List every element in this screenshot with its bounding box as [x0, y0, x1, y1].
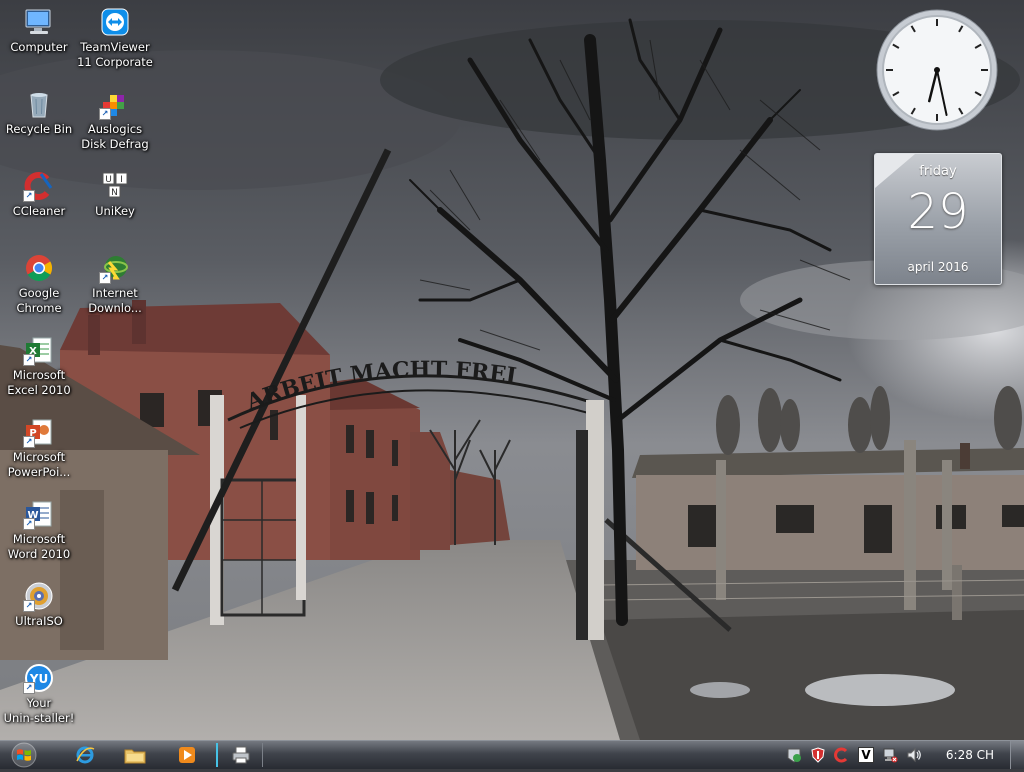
windows-logo-icon [11, 742, 37, 768]
volume-icon [907, 747, 921, 763]
desktop-icon-auslogics-disk-defrag[interactable]: ↗ Auslogics Disk Defrag [76, 88, 154, 152]
chrome-icon [23, 252, 55, 284]
powerpoint-icon: P ↗ [23, 416, 55, 448]
desktop-icon-ccleaner[interactable]: ↗ CCleaner [0, 170, 78, 219]
desktop-icon-label: UltraISO [15, 614, 63, 628]
tray-unikey[interactable]: V [858, 747, 874, 763]
tray-action-center[interactable] [786, 747, 802, 763]
desktop-icon-label: UniKey [95, 204, 135, 218]
shortcut-arrow-icon: ↗ [23, 518, 35, 530]
taskbar: V 6:28 CH [0, 740, 1024, 769]
clock-face-icon [876, 9, 998, 131]
desktop-icon-label: CCleaner [12, 204, 66, 218]
desktop-icon-label: Your Unin-staller! [3, 696, 75, 725]
desktop-icon-your-uninstaller[interactable]: YU ↗ Your Unin-staller! [0, 662, 78, 726]
desktop-icon-label: Google Chrome [16, 286, 62, 315]
shortcut-arrow-icon: ↗ [23, 682, 35, 694]
disk-defrag-icon: ↗ [99, 88, 131, 120]
tray-network[interactable] [882, 747, 898, 763]
tray-volume[interactable] [906, 747, 922, 763]
show-desktop-button[interactable] [1010, 741, 1024, 769]
desktop-icon-label: TeamViewer 11 Corporate [77, 40, 153, 69]
desktop-icon-microsoft-word-2010[interactable]: W ↗ Microsoft Word 2010 [0, 498, 78, 562]
desktop-icon-teamviewer[interactable]: TeamViewer 11 Corporate [76, 6, 154, 70]
ccleaner-tray-icon [834, 747, 848, 763]
teamviewer-icon [99, 6, 131, 38]
internet-download-manager-icon: ↗ [99, 252, 131, 284]
word-icon: W ↗ [23, 498, 55, 530]
taskbar-active-indicator [216, 743, 218, 767]
internet-explorer-icon [76, 746, 95, 764]
taskbar-media-player[interactable] [168, 743, 206, 767]
taskbar-printer[interactable] [222, 743, 260, 767]
svg-text:U: U [105, 175, 112, 185]
recycle-bin-icon [23, 88, 55, 120]
svg-text:N: N [111, 188, 118, 198]
media-player-icon [179, 747, 195, 763]
taskbar-windows-explorer[interactable] [116, 743, 154, 767]
desktop-icon-label: Auslogics Disk Defrag [81, 122, 149, 151]
computer-icon [23, 6, 55, 38]
desktop-icon-label: Microsoft Excel 2010 [7, 368, 71, 397]
desktop-icon-label: Internet Downlo... [88, 286, 142, 315]
calendar-day-number: 29 [907, 184, 969, 240]
printer-icon [232, 746, 250, 764]
shortcut-arrow-icon: ↗ [23, 600, 35, 612]
calendar-gadget[interactable]: friday 29 april 2016 [874, 153, 1002, 285]
taskbar-clock[interactable]: 6:28 CH [940, 741, 1000, 769]
desktop-icon-label: Recycle Bin [5, 122, 73, 136]
desktop-icon-microsoft-powerpoint[interactable]: P ↗ Microsoft PowerPoi... [0, 416, 78, 480]
shortcut-arrow-icon: ↗ [23, 436, 35, 448]
desktop-icon-google-chrome[interactable]: Google Chrome [0, 252, 78, 316]
clock-gadget[interactable] [875, 8, 999, 132]
desktop-icon-microsoft-excel-2010[interactable]: X ↗ Microsoft Excel 2010 [0, 334, 78, 398]
your-uninstaller-icon: YU ↗ [23, 662, 55, 694]
desktop-icon-unikey[interactable]: UIN UniKey [76, 170, 154, 219]
network-icon [883, 748, 898, 763]
taskbar-internet-explorer[interactable] [66, 743, 104, 767]
unikey-icon: UIN [99, 170, 131, 202]
excel-icon: X ↗ [23, 334, 55, 366]
shortcut-arrow-icon: ↗ [99, 108, 111, 120]
desktop-icon-label: Microsoft Word 2010 [7, 532, 71, 561]
svg-text:I: I [120, 175, 123, 185]
tray-ccleaner[interactable] [834, 747, 850, 763]
tray-security-shield[interactable] [810, 747, 826, 763]
desktop-icon-recycle-bin[interactable]: Recycle Bin [0, 88, 78, 137]
desktop-icon-label: Microsoft PowerPoi... [7, 450, 71, 479]
calendar-month-year: april 2016 [907, 260, 969, 274]
desktop-icon-ultraiso[interactable]: ↗ UltraISO [0, 580, 78, 629]
desktop-icon-computer[interactable]: Computer [0, 6, 78, 55]
windows-explorer-icon [124, 749, 146, 764]
start-button[interactable] [4, 742, 44, 768]
shortcut-arrow-icon: ↗ [23, 354, 35, 366]
shortcut-arrow-icon: ↗ [99, 272, 111, 284]
ultraiso-icon: ↗ [23, 580, 55, 612]
ccleaner-icon: ↗ [23, 170, 55, 202]
calendar-day-name: friday [919, 164, 957, 179]
security-shield-icon [811, 747, 825, 763]
desktop-icon-label: Computer [10, 40, 68, 54]
action-center-icon [787, 748, 801, 763]
shortcut-arrow-icon: ↗ [23, 190, 35, 202]
taskbar-divider [262, 743, 263, 767]
desktop-icon-internet-download-manager[interactable]: ↗ Internet Downlo... [76, 252, 154, 316]
